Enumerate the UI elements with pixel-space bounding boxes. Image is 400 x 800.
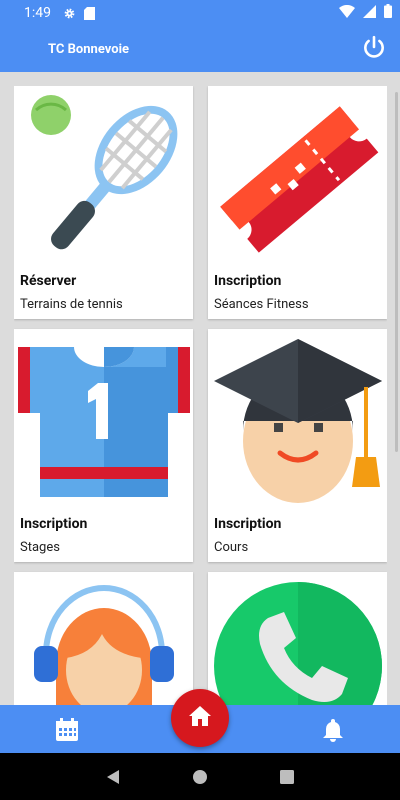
card-title: Inscription — [214, 516, 282, 532]
card-subtitle: Séances Fitness — [214, 297, 309, 312]
jersey-icon — [14, 329, 193, 509]
card-title: Inscription — [20, 516, 88, 532]
card-inscription-cours[interactable]: Inscription Cours — [208, 329, 387, 562]
card-inscription-stages[interactable]: Inscription Stages — [14, 329, 193, 562]
headset-person-icon — [14, 572, 193, 705]
app-bar: TC Bonnevoie — [0, 26, 400, 72]
card-title: Inscription — [214, 273, 282, 289]
tennis-racket-icon — [14, 86, 193, 266]
card-subtitle: Terrains de tennis — [20, 297, 123, 312]
status-bar: 1:49 — [0, 0, 400, 26]
scrollbar[interactable] — [395, 92, 398, 452]
app-title: TC Bonnevoie — [48, 41, 130, 57]
home-icon — [188, 705, 212, 731]
card-subtitle: Stages — [20, 540, 60, 555]
ticket-icon — [208, 86, 387, 266]
signal-icon — [363, 4, 376, 22]
back-icon[interactable] — [101, 765, 125, 789]
calendar-icon[interactable] — [54, 717, 80, 743]
system-nav-bar — [0, 753, 400, 800]
sd-card-icon — [84, 6, 95, 20]
card-reserver-tennis[interactable]: Réserver Terrains de tennis — [14, 86, 193, 319]
status-time: 1:49 — [24, 5, 51, 21]
power-icon[interactable] — [360, 34, 388, 62]
wifi-icon — [339, 4, 355, 22]
home-circle-icon[interactable] — [188, 765, 212, 789]
card-inscription-fitness[interactable]: Inscription Séances Fitness — [208, 86, 387, 319]
card-subtitle: Cours — [214, 540, 249, 555]
settings-gear-icon — [63, 7, 76, 20]
bell-icon[interactable] — [320, 717, 346, 743]
card-headset-person[interactable] — [14, 572, 193, 705]
menu-grid: Réserver Terrains de tennis Inscription … — [14, 86, 387, 705]
battery-icon — [384, 4, 392, 22]
card-phone[interactable] — [208, 572, 387, 705]
phone-icon — [208, 572, 387, 705]
card-title: Réserver — [20, 273, 77, 289]
graduate-icon — [208, 329, 387, 509]
home-button[interactable] — [171, 689, 229, 747]
recents-icon[interactable] — [275, 765, 299, 789]
